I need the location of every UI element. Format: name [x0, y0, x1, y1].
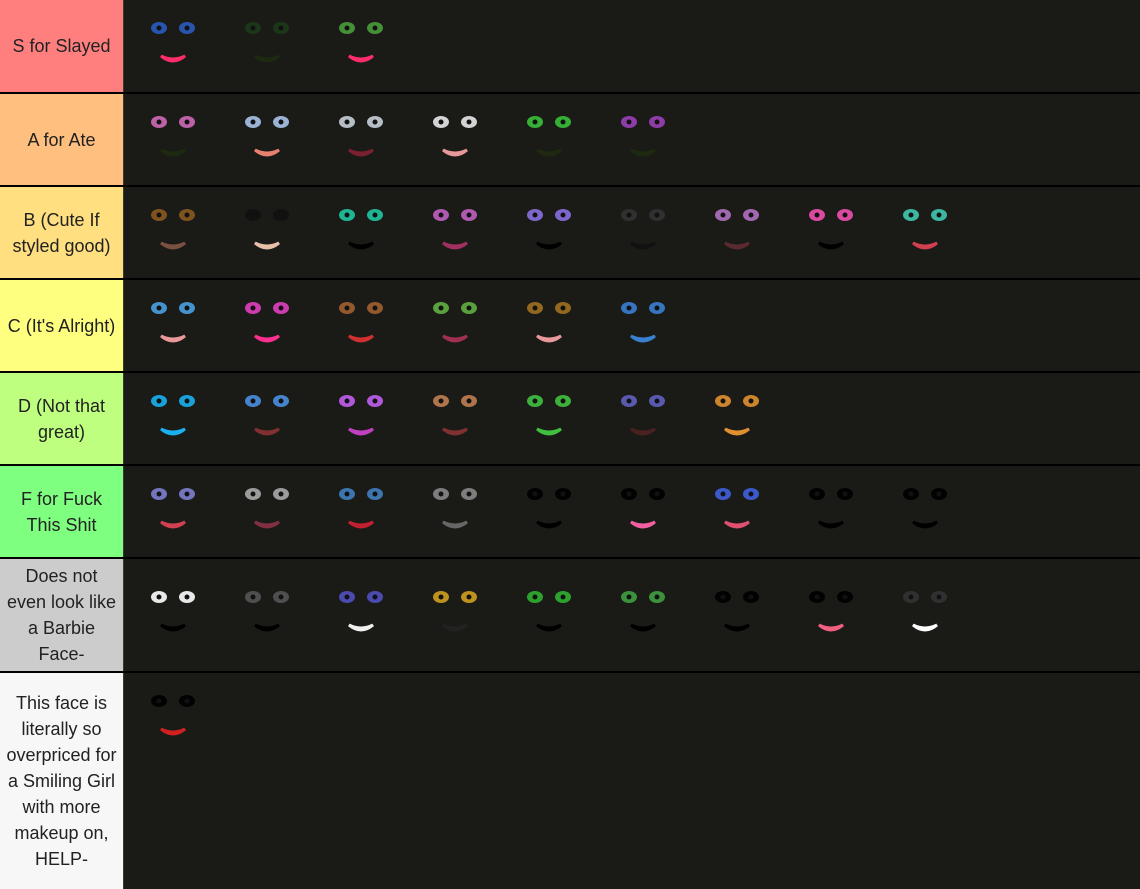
face-item-purple-beaded-smile[interactable] — [502, 193, 596, 273]
face-item-grey-eyes-smirk[interactable] — [220, 472, 314, 552]
face-item-closed-eyes-blush-smile[interactable] — [596, 193, 690, 273]
tier-label[interactable]: S for Slayed — [0, 0, 124, 92]
face-item-fang-tongue[interactable] — [596, 472, 690, 552]
tier-label[interactable]: F for Fuck This Shit — [0, 466, 124, 557]
face-item-blush-lines-tongue[interactable] — [784, 575, 878, 655]
tier-row: B (Cute If styled good) — [0, 187, 1140, 278]
tier-label[interactable]: C (It's Alright) — [0, 280, 124, 371]
face-item-green-dot-eyes-smile[interactable] — [502, 100, 596, 180]
face-item-mauve-eyeshadow-dark-lips[interactable] — [314, 100, 408, 180]
tier-list-board: TiERMAKER S for Slayed A for Ate — [0, 0, 1140, 889]
face-item-blue-eyes-tears[interactable] — [314, 472, 408, 552]
face-item-anime-pink-eyes[interactable] — [690, 193, 784, 273]
face-item-blue-eyes-blue-lips[interactable] — [596, 286, 690, 366]
face-item-purple-eyes-red-lips[interactable] — [126, 472, 220, 552]
face-item-green-eyes-frown[interactable] — [502, 575, 596, 655]
face-item-brown-eyes-flower-blush[interactable] — [502, 286, 596, 366]
tier-label[interactable]: B (Cute If styled good) — [0, 187, 124, 278]
face-item-green-eyes-smirk[interactable] — [596, 575, 690, 655]
face-item-cartoon-eyes-open-mouth[interactable] — [126, 575, 220, 655]
face-item-orange-eyeshadow-glam[interactable] — [220, 100, 314, 180]
face-item-purple-dot-eyes-smile[interactable] — [596, 100, 690, 180]
tier-label[interactable]: A for Ate — [0, 94, 124, 185]
face-item-outline-eyes-grin[interactable] — [220, 575, 314, 655]
tier-row: A for Ate — [0, 94, 1140, 185]
face-item-pink-sparkle-eyes[interactable] — [408, 193, 502, 273]
face-item-brown-anime-freckles[interactable] — [408, 379, 502, 459]
face-item-blue-eyes-dark-lips[interactable] — [596, 379, 690, 459]
face-item-blue-smokey-eyes[interactable] — [220, 379, 314, 459]
tier-row: C (It's Alright) — [0, 280, 1140, 371]
face-item-brown-eyes-glam[interactable] — [126, 193, 220, 273]
face-item-gold-crown-sleepy[interactable] — [408, 575, 502, 655]
tier-label[interactable]: D (Not that great) — [0, 373, 124, 464]
face-item-glitter-teal-eyes[interactable] — [878, 193, 972, 273]
face-item-black-eyes-grin[interactable] — [220, 193, 314, 273]
face-item-white-eyes-pink-lips[interactable] — [408, 100, 502, 180]
face-item-angry-brows-gold[interactable] — [784, 472, 878, 552]
face-item-grey-sad-eyes[interactable] — [408, 472, 502, 552]
tier-row: S for Slayed — [0, 0, 1140, 92]
face-item-rainbow-eyeshadow[interactable] — [408, 286, 502, 366]
tier-items-dropzone[interactable] — [124, 673, 1140, 889]
tier-items-dropzone[interactable] — [124, 94, 1140, 185]
face-item-smiling-girl-red-lips[interactable] — [126, 679, 220, 759]
face-item-blue-eyes-pink-lips[interactable] — [126, 6, 220, 86]
face-item-green-eyes-pink-fang-lips[interactable] — [314, 6, 408, 86]
tier-items-dropzone[interactable] — [124, 280, 1140, 371]
face-item-faint-brows-teeth[interactable] — [878, 575, 972, 655]
face-item-pink-beaded-smile[interactable] — [784, 193, 878, 273]
face-item-green-eyes-green-lips[interactable] — [502, 379, 596, 459]
tier-label[interactable]: This face is literally so overpriced for… — [0, 673, 124, 889]
face-item-blue-eyes-red-blush[interactable] — [126, 286, 220, 366]
tier-items-dropzone[interactable] — [124, 0, 1140, 92]
tier-items-dropzone[interactable] — [124, 373, 1140, 464]
face-item-black-lips[interactable] — [502, 472, 596, 552]
tier-items-dropzone[interactable] — [124, 559, 1140, 671]
face-item-brown-eyes-red-lips[interactable] — [314, 286, 408, 366]
tier-row: F for Fuck This Shit — [0, 466, 1140, 557]
tier-row: Does not even look like a Barbie Face- — [0, 559, 1140, 671]
tier-row: D (Not that great) — [0, 373, 1140, 464]
face-item-teal-beaded-smile[interactable] — [314, 193, 408, 273]
face-item-rainbow-anime-eyes[interactable] — [314, 379, 408, 459]
face-item-pink-dot-eyes-smile[interactable] — [126, 100, 220, 180]
face-item-one-eye-wink-sparkle[interactable] — [314, 575, 408, 655]
tier-items-dropzone[interactable] — [124, 187, 1140, 278]
face-item-pink-anime-eyes-freckle[interactable] — [220, 286, 314, 366]
face-item-dark-green-dot-eyes-smile[interactable] — [220, 6, 314, 86]
tier-items-dropzone[interactable] — [124, 466, 1140, 557]
face-item-blue-crown-smile[interactable] — [126, 379, 220, 459]
tier-row: This face is literally so overpriced for… — [0, 673, 1140, 889]
face-item-angry-brows-silver[interactable] — [878, 472, 972, 552]
face-item-orange-eyes-orange-lips[interactable] — [690, 379, 784, 459]
face-item-blue-anime-tongue[interactable] — [690, 472, 784, 552]
face-item-black-eyes-smirk[interactable] — [690, 575, 784, 655]
tier-label[interactable]: Does not even look like a Barbie Face- — [0, 559, 124, 671]
